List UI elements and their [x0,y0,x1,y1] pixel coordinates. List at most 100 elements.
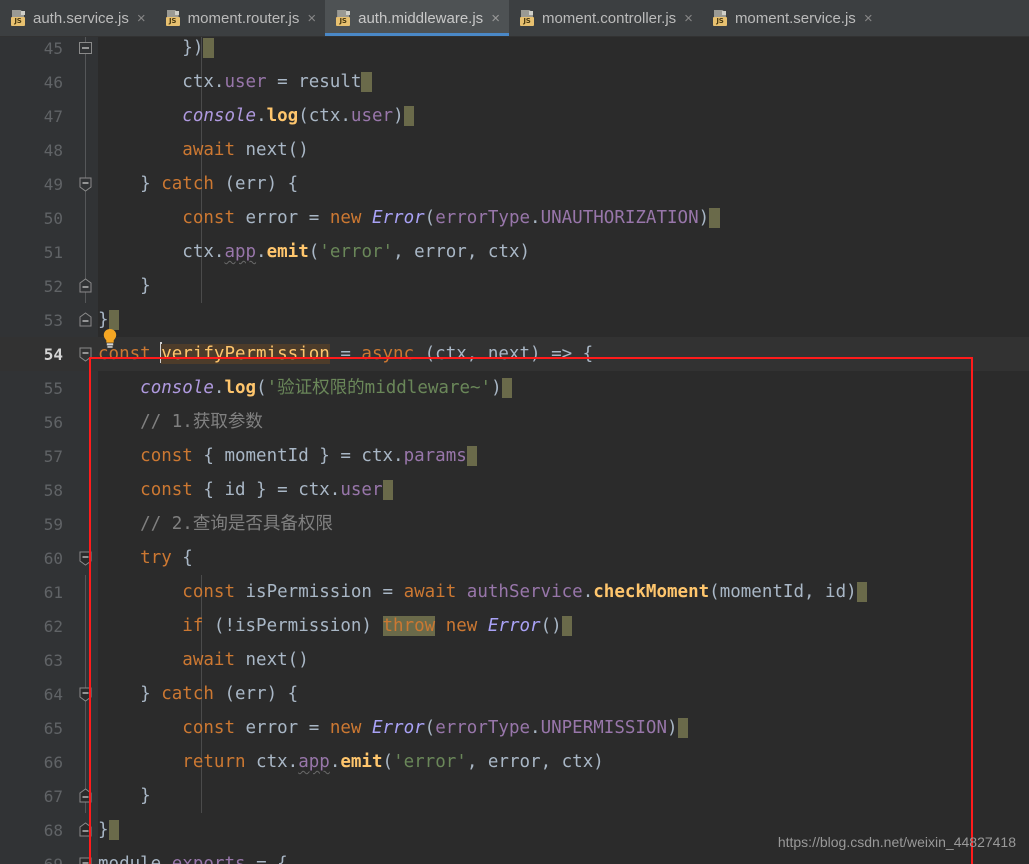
code-line-49[interactable]: 49 } catch (err) { [0,167,1029,201]
line-gutter[interactable]: 65 [0,711,72,745]
fold-column[interactable] [72,609,98,643]
code-content[interactable]: ctx.user = result [98,65,1029,99]
fold-column[interactable] [72,779,98,813]
code-line-67[interactable]: 67 } [0,779,1029,813]
line-gutter[interactable]: 63 [0,643,72,677]
line-gutter[interactable]: 53 [0,303,72,337]
line-gutter[interactable]: 50 [0,201,72,235]
fold-column[interactable] [72,507,98,541]
code-content[interactable]: await next() [98,133,1029,167]
line-gutter[interactable]: 60 [0,541,72,575]
fold-column[interactable] [72,575,98,609]
fold-column[interactable] [72,439,98,473]
fold-column[interactable] [72,235,98,269]
code-content[interactable]: await next() [98,643,1029,677]
fold-column[interactable] [72,65,98,99]
code-content[interactable]: // 1.获取参数 [98,405,1029,439]
fold-column[interactable] [72,371,98,405]
line-gutter[interactable]: 57 [0,439,72,473]
fold-column[interactable] [72,37,98,65]
code-content[interactable]: try { [98,541,1029,575]
line-gutter[interactable]: 46 [0,65,72,99]
fold-column[interactable] [72,643,98,677]
line-gutter[interactable]: 49 [0,167,72,201]
line-gutter[interactable]: 45 [0,37,72,65]
fold-column[interactable] [72,133,98,167]
line-gutter[interactable]: 55 [0,371,72,405]
fold-column[interactable] [72,745,98,779]
line-gutter[interactable]: 61 [0,575,72,609]
code-line-51[interactable]: 51 ctx.app.emit('error', error, ctx) [0,235,1029,269]
code-line-66[interactable]: 66 return ctx.app.emit('error', error, c… [0,745,1029,779]
code-line-58[interactable]: 58 const { id } = ctx.user [0,473,1029,507]
tab-auth-middleware-js[interactable]: JS auth.middleware.js × [325,0,509,36]
fold-column[interactable] [72,677,98,711]
fold-collapse-icon[interactable] [78,686,93,702]
code-line-57[interactable]: 57 const { momentId } = ctx.params [0,439,1029,473]
close-icon[interactable]: × [136,11,146,26]
fold-collapse-icon[interactable] [78,176,93,192]
code-line-52[interactable]: 52 } [0,269,1029,303]
line-gutter[interactable]: 54 [0,337,72,371]
fold-column[interactable] [72,167,98,201]
line-gutter[interactable]: 67 [0,779,72,813]
fold-column[interactable] [72,269,98,303]
fold-column[interactable] [72,847,98,864]
code-editor[interactable]: 45 }) 46 ctx.user = resu [0,37,1029,864]
code-line-54[interactable]: 54 const verifyPermission = async (ctx, … [0,337,1029,371]
code-content[interactable]: const isPermission = await authService.c… [98,575,1029,609]
fold-column[interactable] [72,405,98,439]
fold-collapse-icon[interactable] [78,788,93,804]
fold-column[interactable] [72,541,98,575]
code-line-64[interactable]: 64 } catch (err) { [0,677,1029,711]
code-line-55[interactable]: 55 console.log('验证权限的middleware~') [0,371,1029,405]
code-content[interactable]: ctx.app.emit('error', error, ctx) [98,235,1029,269]
code-content[interactable]: } [98,269,1029,303]
code-content[interactable]: const error = new Error(errorType.UNPERM… [98,711,1029,745]
close-icon[interactable]: × [863,11,873,26]
fold-column[interactable] [72,303,98,337]
line-gutter[interactable]: 68 [0,813,72,847]
code-content[interactable]: const { id } = ctx.user [98,473,1029,507]
line-gutter[interactable]: 62 [0,609,72,643]
line-gutter[interactable]: 66 [0,745,72,779]
fold-column[interactable] [72,99,98,133]
code-line-61[interactable]: 61 const isPermission = await authServic… [0,575,1029,609]
code-content[interactable]: const verifyPermission = async (ctx, nex… [98,337,1029,371]
line-gutter[interactable]: 69 [0,847,72,864]
code-content[interactable]: console.log('验证权限的middleware~') [98,371,1029,405]
code-line-62[interactable]: 62 if (!isPermission) throw new Error() [0,609,1029,643]
code-content[interactable]: const { momentId } = ctx.params [98,439,1029,473]
code-line-63[interactable]: 63 await next() [0,643,1029,677]
code-content[interactable]: } [98,303,1029,337]
code-content[interactable]: } [98,779,1029,813]
fold-collapse-icon[interactable] [78,278,93,294]
code-content[interactable]: if (!isPermission) throw new Error() [98,609,1029,643]
fold-collapse-icon[interactable] [78,550,93,566]
code-line-48[interactable]: 48 await next() [0,133,1029,167]
code-line-59[interactable]: 59 // 2.查询是否具备权限 [0,507,1029,541]
close-icon[interactable]: × [306,11,316,26]
code-line-50[interactable]: 50 const error = new Error(errorType.UNA… [0,201,1029,235]
code-content[interactable]: }) [98,37,1029,65]
line-gutter[interactable]: 51 [0,235,72,269]
code-line-60[interactable]: 60 try { [0,541,1029,575]
fold-collapse-icon[interactable] [78,346,93,362]
line-gutter[interactable]: 47 [0,99,72,133]
line-gutter[interactable]: 58 [0,473,72,507]
code-line-46[interactable]: 46 ctx.user = result [0,65,1029,99]
line-gutter[interactable]: 59 [0,507,72,541]
code-line-65[interactable]: 65 const error = new Error(errorType.UNP… [0,711,1029,745]
line-gutter[interactable]: 52 [0,269,72,303]
tab-moment-controller-js[interactable]: JS moment.controller.js × [509,0,702,36]
code-content[interactable]: console.log(ctx.user) [98,99,1029,133]
lightbulb-icon[interactable] [102,328,118,350]
code-line-45[interactable]: 45 }) [0,37,1029,65]
tab-moment-service-js[interactable]: JS moment.service.js × [702,0,882,36]
close-icon[interactable]: × [683,11,693,26]
line-gutter[interactable]: 56 [0,405,72,439]
line-gutter[interactable]: 48 [0,133,72,167]
line-gutter[interactable]: 64 [0,677,72,711]
fold-collapse-icon[interactable] [78,312,93,328]
tab-auth-service-js[interactable]: JS auth.service.js × [0,0,155,36]
